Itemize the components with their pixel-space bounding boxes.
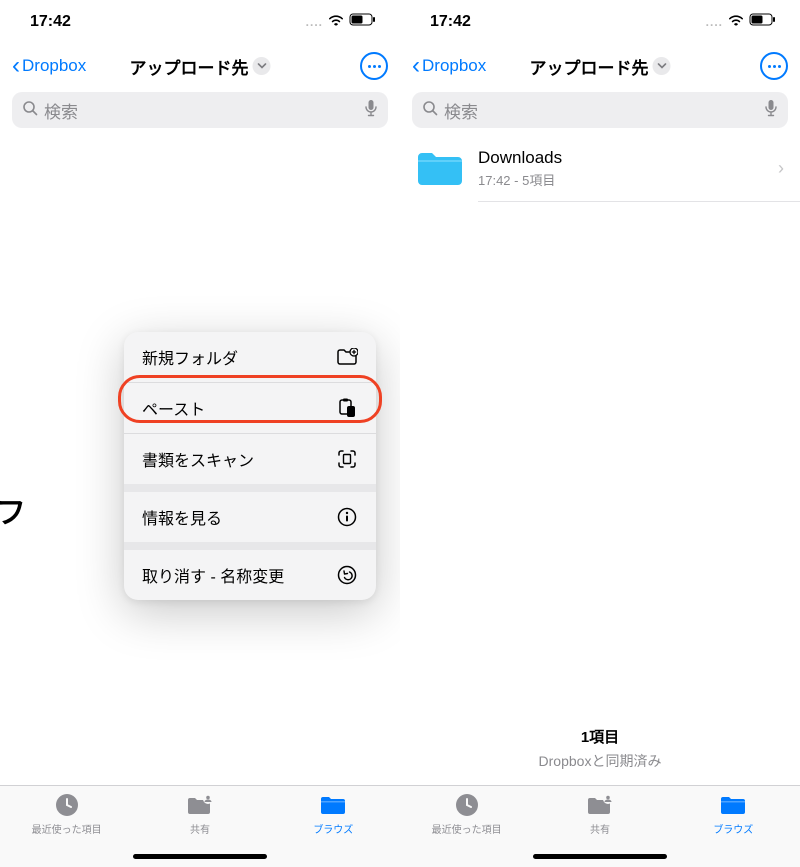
nav-title[interactable]: アップロード先: [130, 54, 271, 79]
menu-new-folder[interactable]: 新規フォルダ: [124, 332, 376, 382]
item-count: 1項目: [400, 726, 800, 747]
tab-label: 共有: [590, 821, 610, 836]
tab-recents[interactable]: 最近使った項目: [422, 792, 512, 867]
shared-folder-icon: [186, 792, 214, 818]
menu-paste[interactable]: ペースト: [124, 383, 376, 433]
nav-bar: ‹ Dropbox アップロード先: [0, 44, 400, 88]
status-right: ....: [306, 13, 376, 31]
battery-icon: [749, 13, 776, 31]
folder-icon: [719, 792, 747, 818]
folder-plus-icon: [336, 346, 358, 368]
synced-text: Dropboxと同期済み: [400, 751, 800, 771]
tab-label: 最近使った項目: [432, 821, 502, 836]
ellipsis-icon: [768, 65, 781, 68]
search-input[interactable]: 検索: [412, 92, 788, 128]
nav-bar: ‹ Dropbox アップロード先: [400, 44, 800, 88]
menu-label: 新規フォルダ: [142, 345, 238, 369]
cellular-icon: ....: [706, 15, 723, 29]
status-bar: 17:42 ....: [0, 0, 400, 44]
paste-icon: [336, 397, 358, 419]
undo-icon: [336, 564, 358, 586]
menu-label: 取り消す - 名称変更: [142, 563, 284, 587]
cellular-icon: ....: [306, 15, 323, 29]
tab-label: 共有: [190, 821, 210, 836]
folder-name: Downloads: [478, 148, 764, 168]
status-bar: 17:42 ....: [400, 0, 800, 44]
tab-label: ブラウズ: [313, 821, 353, 836]
content-area[interactable]: フ 新規フォルダ ペースト 書類をスキャン: [0, 136, 400, 785]
search-placeholder: 検索: [444, 98, 478, 123]
menu-label: ペースト: [142, 396, 205, 420]
tab-label: 最近使った項目: [32, 821, 102, 836]
back-button[interactable]: ‹ Dropbox: [412, 54, 486, 78]
menu-label: 書類をスキャン: [142, 447, 254, 471]
wifi-icon: [327, 13, 345, 31]
menu-label: 情報を見る: [142, 505, 222, 529]
chevron-down-icon: [253, 57, 271, 75]
battery-icon: [349, 13, 376, 31]
back-label: Dropbox: [422, 56, 486, 76]
tab-recents[interactable]: 最近使った項目: [22, 792, 112, 867]
folder-subtitle: 17:42 - 5項目: [478, 170, 764, 189]
search-icon: [22, 100, 38, 121]
content-area[interactable]: Downloads 17:42 - 5項目 ›: [400, 136, 800, 726]
more-button[interactable]: [760, 52, 788, 80]
menu-info[interactable]: 情報を見る: [124, 492, 376, 542]
chevron-right-icon: ›: [778, 158, 784, 179]
status-time: 17:42: [430, 13, 471, 31]
partial-text: フ: [0, 488, 26, 532]
chevron-left-icon: ‹: [412, 54, 420, 78]
info-icon: [336, 506, 358, 528]
nav-title[interactable]: アップロード先: [530, 54, 671, 79]
search-icon: [422, 100, 438, 121]
tab-browse[interactable]: ブラウズ: [288, 792, 378, 867]
home-indicator[interactable]: [533, 854, 667, 859]
title-text: アップロード先: [530, 54, 649, 79]
folder-row[interactable]: Downloads 17:42 - 5項目 ›: [400, 136, 800, 201]
title-text: アップロード先: [130, 54, 249, 79]
search-placeholder: 検索: [44, 98, 78, 123]
shared-folder-icon: [586, 792, 614, 818]
folder-icon: [319, 792, 347, 818]
scan-icon: [336, 448, 358, 470]
back-label: Dropbox: [22, 56, 86, 76]
tab-label: ブラウズ: [713, 821, 753, 836]
back-button[interactable]: ‹ Dropbox: [12, 54, 86, 78]
context-menu: 新規フォルダ ペースト 書類をスキャン 情報を見る: [124, 332, 376, 600]
home-indicator[interactable]: [133, 854, 267, 859]
wifi-icon: [727, 13, 745, 31]
search-input[interactable]: 検索: [12, 92, 388, 128]
chevron-left-icon: ‹: [12, 54, 20, 78]
folder-icon: [416, 149, 464, 189]
mic-icon[interactable]: [364, 99, 378, 122]
screen-right: 17:42 .... ‹ Dropbox アップロード先: [400, 0, 800, 867]
screen-left: 17:42 .... ‹ Dropbox アップロード先: [0, 0, 400, 867]
clock-icon: [53, 792, 81, 818]
mic-icon[interactable]: [764, 99, 778, 122]
divider: [478, 201, 800, 202]
folder-text: Downloads 17:42 - 5項目: [478, 148, 764, 189]
more-button[interactable]: [360, 52, 388, 80]
menu-scan[interactable]: 書類をスキャン: [124, 434, 376, 484]
status-right: ....: [706, 13, 776, 31]
ellipsis-icon: [368, 65, 381, 68]
chevron-down-icon: [653, 57, 671, 75]
tab-browse[interactable]: ブラウズ: [688, 792, 778, 867]
sync-status: 1項目 Dropboxと同期済み: [400, 726, 800, 785]
status-time: 17:42: [30, 13, 71, 31]
clock-icon: [453, 792, 481, 818]
menu-undo[interactable]: 取り消す - 名称変更: [124, 550, 376, 600]
